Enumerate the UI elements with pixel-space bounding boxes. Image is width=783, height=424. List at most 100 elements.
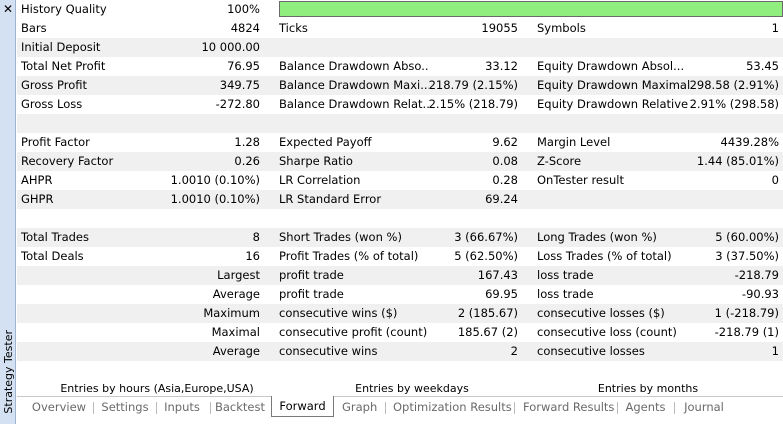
table-row: Profit Factor 1.28 Expected Payoff 9.62 Marg… (17, 133, 783, 152)
tester-sidebar: ✕ Strategy Tester (0, 0, 16, 424)
stat-value-4824: 4824 (230, 21, 260, 35)
stat-value-19055: 19055 (481, 21, 518, 35)
stat-value-218-79-1: -218.79 (1) (714, 325, 779, 339)
stat-value-2-185-67: 2 (185.67) (457, 306, 518, 320)
tab-optimization-results[interactable]: Optimization Results (393, 397, 512, 417)
tab-separator (385, 402, 386, 414)
stat-value-0-26: 0.26 (234, 154, 260, 168)
table-row (17, 209, 783, 228)
stat-value-90-93: -90.93 (741, 287, 779, 301)
stat-value-2-91-298-58: 2.91% (298.58) (689, 97, 779, 111)
stat-value-9-62: 9.62 (492, 135, 518, 149)
stat-value-33-12: 33.12 (485, 59, 518, 73)
stat-value-1-0010-0-10: 1.0010 (0.10%) (170, 173, 260, 187)
tab-separator (617, 402, 618, 414)
tab-forward-results[interactable]: Forward Results (523, 397, 614, 417)
report-sub-tabs: Entries by hours (Asia,Europe,USA) Entrie… (17, 380, 783, 396)
table-row: AHPR 1.0010 (0.10%) LR Correlation 0.28 OnTe… (17, 171, 783, 190)
table-row: Initial Deposit 10 000.00 (17, 38, 783, 57)
tab-settings[interactable]: Settings (98, 397, 152, 417)
table-row: GHPR 1.0010 (0.10%) LR Standard Error 69.24 (17, 190, 783, 209)
stat-label-balance-drawdown-relat: Balance Drawdown Relat... (279, 97, 429, 111)
stat-label-lr-correlation: LR Correlation (279, 173, 361, 187)
stat-label-consecutive-profit-count: consecutive profit (count) (279, 325, 428, 339)
tester-tabs: Overview Settings Inputs Backtest Forward Gra… (17, 396, 783, 424)
report-table: History Quality 100% Bars 4824 Ticks 19055 S… (17, 0, 783, 380)
stat-value-average: Average (212, 344, 260, 358)
stat-value-218-79: -218.79 (734, 268, 779, 282)
stat-value-167-43: 167.43 (477, 268, 518, 282)
tab-overview[interactable]: Overview (31, 397, 87, 417)
table-row (17, 114, 783, 133)
stat-label-profit-trade: profit trade (279, 268, 344, 282)
stat-value (657, 190, 779, 209)
table-row: Recovery Factor 0.26 Sharpe Ratio 0.08 Z-Sco… (17, 152, 783, 171)
stat-value-53-45: 53.45 (746, 59, 779, 73)
stat-value-3-66-67: 3 (66.67%) (454, 230, 518, 244)
history-quality-fill (280, 2, 782, 16)
stat-value-349-75: 349.75 (219, 78, 260, 92)
close-icon[interactable]: ✕ (1, 1, 15, 17)
subtab-entries-by-months[interactable]: Entries by months (533, 380, 763, 396)
table-row: Total Trades 8 Short Trades (won %) 3 (66.6… (17, 228, 783, 247)
stat-value-10-000-00: 10 000.00 (201, 40, 260, 54)
stat-value-1: 1 (771, 344, 779, 358)
stat-label-lr-standard-error: LR Standard Error (279, 192, 382, 206)
stat-label-consecutive-wins: consecutive wins ($) (279, 306, 398, 320)
stat-value-5-62-50: 5 (62.50%) (454, 249, 518, 263)
history-quality-bar (279, 1, 783, 17)
stat-value-0: 0 (771, 173, 779, 187)
stat-value-185-67-2: 185.67 (2) (457, 325, 518, 339)
stat-value-69-24: 69.24 (485, 192, 518, 206)
stat-value (417, 38, 518, 57)
table-row: Total Net Profit 76.95 Balance Drawdown Ab… (17, 57, 783, 76)
tab-separator (210, 402, 211, 414)
table-row: Maximum consecutive wins ($) 2 (185.67) con… (17, 304, 783, 323)
panel-title: Strategy Tester (2, 330, 15, 414)
stat-value-3-37-50: 3 (37.50%) (715, 249, 779, 263)
stat-value-298-58-2-91: 298.58 (2.91%) (689, 78, 779, 92)
tab-graph[interactable]: Graph (342, 397, 377, 417)
stat-label-profit-trade: profit trade (279, 287, 344, 301)
tab-separator (674, 402, 675, 414)
stat-value-1-218-79: 1 (-218.79) (714, 306, 779, 320)
stat-label-sharpe-ratio: Sharpe Ratio (279, 154, 353, 168)
stat-value-76-95: 76.95 (227, 59, 260, 73)
stat-value-8: 8 (252, 230, 260, 244)
stat-value-272-80: -272.80 (215, 97, 260, 111)
stat-value-218-79-2-15: 218.79 (2.15%) (428, 78, 518, 92)
subtab-entries-by-weekdays[interactable]: Entries by weekdays (277, 380, 547, 396)
table-row: Bars 4824 Ticks 19055 Symbols 1 (17, 19, 783, 38)
history-quality-row: History Quality 100% (17, 0, 783, 19)
stat-label-balance-drawdown-abso: Balance Drawdown Abso... (279, 59, 429, 73)
stat-value-1-44-85-01: 1.44 (85.01%) (696, 154, 779, 168)
tab-journal[interactable]: Journal (681, 397, 727, 417)
table-row: Gross Profit 349.75 Balance Drawdown Maxi.… (17, 76, 783, 95)
stat-value-maximal: Maximal (211, 325, 260, 339)
tab-forward[interactable]: Forward (271, 396, 334, 417)
table-row: Maximal consecutive profit (count) 185.67 … (17, 323, 783, 342)
stat-label (279, 38, 429, 57)
tab-inputs[interactable]: Inputs (160, 397, 204, 417)
stat-value-2: 2 (510, 344, 518, 358)
tab-separator (514, 402, 515, 414)
stat-value-4439-28: 4439.28% (720, 135, 779, 149)
stat-value-16: 16 (245, 249, 260, 263)
tab-backtest[interactable]: Backtest (215, 397, 265, 417)
table-row: Gross Loss -272.80 Balance Drawdown Relat.… (17, 95, 783, 114)
stat-value-5-60-00: 5 (60.00%) (715, 230, 779, 244)
tab-separator (156, 402, 157, 414)
tab-agents[interactable]: Agents (624, 397, 667, 417)
stat-value-1-0010-0-10: 1.0010 (0.10%) (170, 192, 260, 206)
stat-label-profit-trades-of-total: Profit Trades (% of total) (279, 249, 419, 263)
history-quality-value: 100% (227, 2, 260, 16)
stat-label-expected-payoff: Expected Payoff (279, 135, 372, 149)
stat-value-average: Average (212, 287, 260, 301)
table-row: Average consecutive wins 2 consecutive loss… (17, 342, 783, 361)
tab-separator (93, 402, 94, 414)
subtab-entries-by-hours-asia-europe-usa[interactable]: Entries by hours (Asia,Europe,USA) (17, 380, 297, 396)
table-row: Average profit trade 69.95 loss trade -90.93 (17, 285, 783, 304)
stat-label-consecutive-wins: consecutive wins (279, 344, 378, 358)
stat-value-2-15-218-79: 2.15% (218.79) (428, 97, 518, 111)
stat-value-0-08: 0.08 (492, 154, 518, 168)
